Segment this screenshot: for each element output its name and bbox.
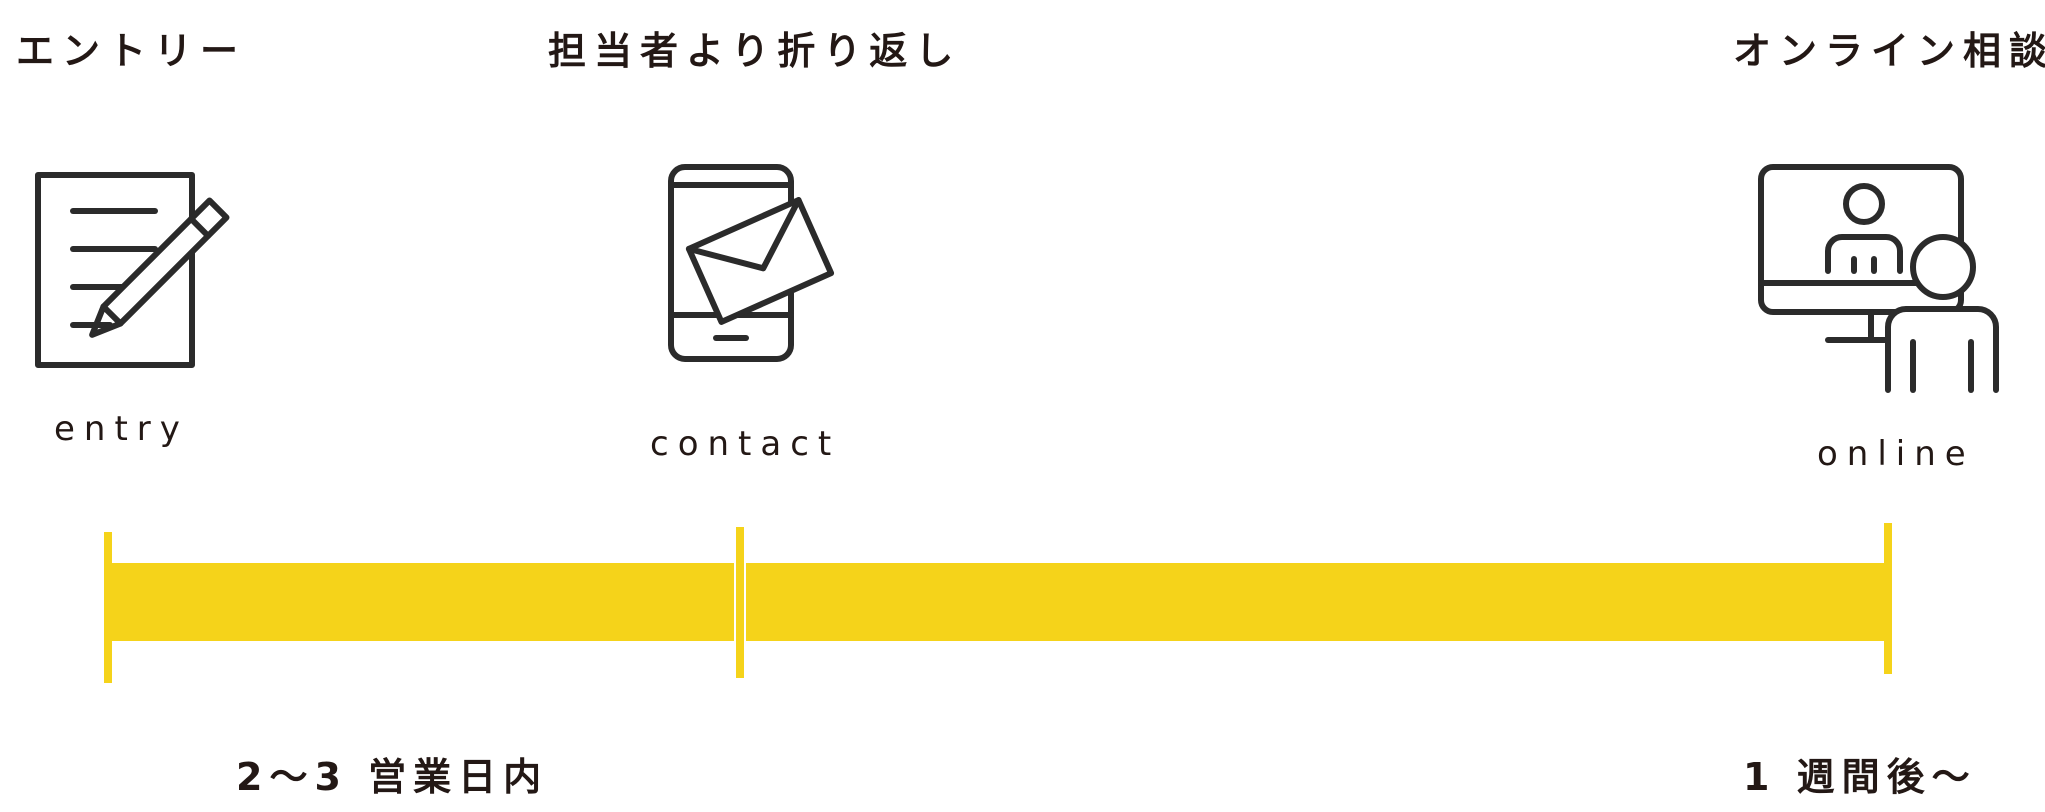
duration-second: 1 週間後～ — [1743, 755, 1977, 799]
timeline-bar — [104, 523, 1892, 683]
timeline-main-bar — [108, 563, 1888, 641]
duration-first: 2～3 営業日内 — [236, 755, 549, 799]
